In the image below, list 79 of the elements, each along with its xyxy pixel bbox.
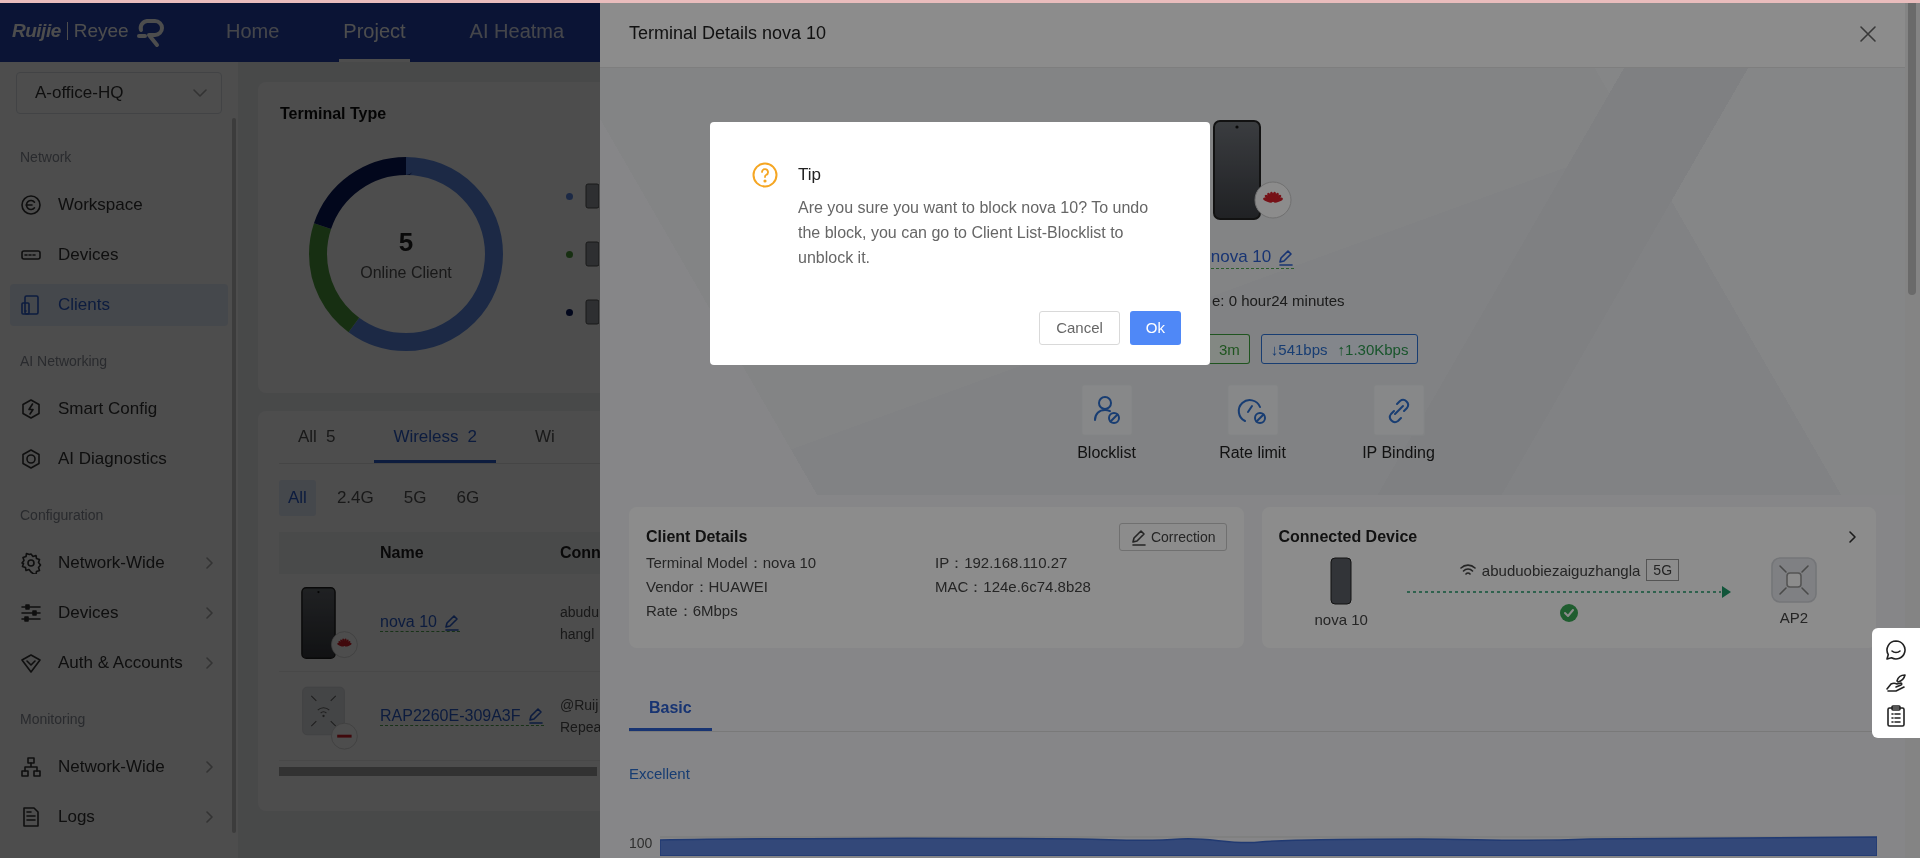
action-button[interactable]: IP Binding [1343,384,1454,462]
question-icon [752,162,778,188]
access-point-icon [1771,557,1817,603]
link-icon [1372,384,1425,436]
detail-field: MAC：124e.6c74.8b28 [935,575,1227,599]
document-icon [20,806,42,828]
action-button[interactable]: Rate limit [1197,384,1308,462]
device-thumbnail-icon [585,241,599,267]
scrollbar[interactable] [279,767,597,776]
gauge-block-icon [1226,384,1279,436]
device-thumbnail-icon [585,299,599,325]
dialog-title: Tip [798,164,822,186]
dialog-message: Are you sure you want to block nova 10? To undo the block, you can go to Client List-Blocklist to unblock it. [798,198,1150,268]
detail-field: Terminal Model：nova 10 [646,551,935,575]
sidebar-item[interactable]: Logs [10,796,228,838]
device-thumbnail-icon [585,183,599,209]
hexagon-bolt-icon [20,398,42,420]
phone-icon [1212,120,1293,220]
device-name: AP2 [1779,609,1809,626]
device-name-link[interactable]: RAP2260E-309A3F [380,706,544,726]
column-header: Name [380,544,425,562]
detail-field: Vendor：HUAWEI [646,575,935,599]
wifi-icon [1459,563,1476,577]
sidebar-item[interactable]: Workspace [10,184,228,226]
sidebar-item[interactable]: Devices [10,592,228,634]
devices-icon [20,294,42,316]
sidebar-item[interactable]: Network-Wide [10,746,228,788]
signal-tag: 3m [1210,334,1250,364]
site-select[interactable]: A-office-HQ [16,72,222,114]
edit-icon [526,707,544,724]
online-time: e: 0 hour24 minutes [1212,291,1345,311]
product-logo: Reyee [66,22,129,40]
client-count: 5 [398,226,414,258]
edit-icon [442,613,460,631]
hexagon-icon [20,448,42,470]
detail-field: Rate：6Mbps [646,599,935,623]
sidebar-item[interactable]: Network-Wide [10,542,228,584]
edit-icon [1129,528,1146,546]
edit-icon [1277,248,1295,266]
network-tree-icon [20,756,42,778]
hand-icon [1885,672,1907,694]
tab[interactable]: Wireless 2 [374,414,496,463]
brand-logo: Ruijie [12,20,61,42]
rate-tag: ↓541bps ↑1.30Kbps [1260,334,1419,364]
sidebar-item[interactable]: Devices [10,234,228,276]
axis-label: 100 [629,835,653,851]
cancel-button[interactable]: Cancel [1039,310,1120,345]
clipboard-icon [1885,705,1907,727]
signal-quality: Excellent [629,765,691,782]
band-tag: 5G [1646,559,1680,581]
band-filter[interactable]: All [279,480,316,516]
ok-button[interactable]: Ok [1129,310,1181,345]
column-header: Conn [560,544,601,562]
detail-field: IP：192.168.110.27 [935,551,1227,575]
sidebar-item[interactable]: AI Diagnostics [10,438,228,480]
phone-icon [300,586,359,659]
sidebar-item[interactable]: Clients [10,284,228,326]
tab[interactable]: Basic [629,688,712,731]
drawer-title: Terminal Details nova 10 [629,23,827,44]
action-button[interactable]: Blocklist [1051,384,1162,462]
ssid: abuduobiezaiguzhangla [1481,561,1641,579]
chat-icon [1885,639,1907,661]
correction-button[interactable]: Correction [1118,523,1227,551]
workspace-icon [20,194,42,216]
close-button[interactable] [1859,24,1877,43]
scrollbar[interactable] [1908,0,1916,295]
gear-icon [20,552,42,574]
client-name: nova 10 [1314,611,1368,628]
sidebar-item[interactable]: Smart Config [10,388,228,430]
sliders-icon [20,602,42,624]
card-title: Client Details [646,528,748,546]
user-block-icon [1080,384,1133,436]
card-title: Terminal Type [280,104,388,124]
diamond-icon [20,652,42,674]
device-name-link[interactable]: nova 10 [380,613,460,632]
sidebar-item[interactable]: Auth & Accounts [10,642,228,684]
close-icon [1859,24,1877,43]
phone-icon [1330,557,1353,605]
card-title: Connected Device [1278,528,1418,546]
